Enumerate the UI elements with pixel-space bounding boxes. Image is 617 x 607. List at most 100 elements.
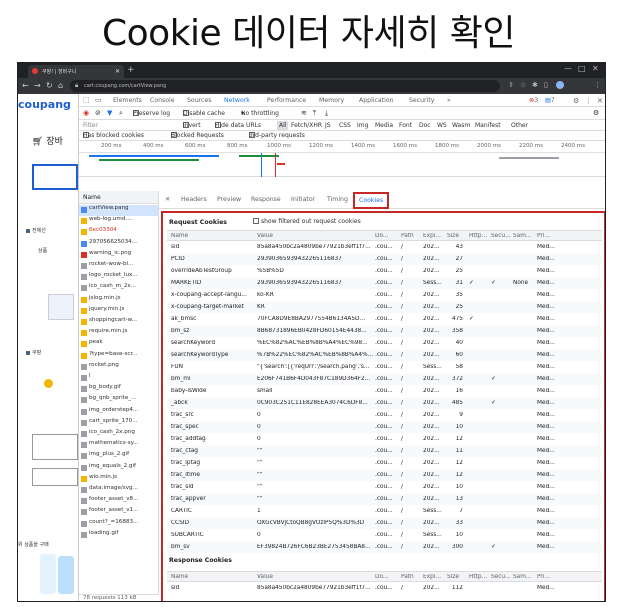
detail-tab-cookies[interactable]: Cookies (353, 192, 390, 209)
cookie-row[interactable]: trac_appver "" .cou... / 202... 13 Med... (167, 494, 602, 505)
search-icon[interactable]: ⌕ (119, 109, 123, 118)
url-field[interactable]: 🔒︎ cart.coupang.com/cartView.pang (70, 80, 500, 92)
request-item[interactable]: bg_qnb_sprite_... (79, 395, 158, 406)
detail-tab-preview[interactable]: Preview (217, 196, 241, 203)
column-header[interactable]: Do... (375, 574, 399, 580)
devtools-menu-icon[interactable]: ⋮ (585, 97, 592, 105)
column-header[interactable]: Size (447, 574, 463, 580)
new-tab-button[interactable]: + (127, 65, 135, 75)
filter-type-other[interactable]: Other (511, 122, 528, 129)
browser-tab[interactable]: 쿠팡! | 장바구니 ✕ (28, 65, 124, 78)
share-icon[interactable]: ⇪ (508, 81, 514, 89)
column-header[interactable]: Size (447, 233, 463, 239)
back-icon[interactable]: ← (22, 81, 29, 90)
bookmark-star-icon[interactable]: ☆ (520, 81, 526, 89)
request-item[interactable]: 6ec03304 (79, 227, 158, 238)
select-all-checkbox[interactable]: 전체선 (26, 227, 46, 234)
column-header[interactable]: Expi... (423, 233, 445, 239)
detail-tab-initiator[interactable]: Initiator (291, 196, 315, 203)
column-header[interactable]: Name (171, 574, 255, 580)
sidebar-icon[interactable]: ▯ (544, 81, 548, 89)
detail-tab-headers[interactable]: Headers (181, 196, 207, 203)
cookie-row[interactable]: searchKeywordType %7B%22%EC%82%AC%EB%8B%A… (167, 350, 602, 361)
tab-application[interactable]: Application (359, 97, 394, 104)
request-item[interactable]: logo_rocket_lux... (79, 272, 158, 283)
request-item[interactable]: cartView.pang (79, 205, 158, 216)
request-item[interactable]: mathematics-sy... (79, 440, 158, 451)
device-toggle-icon[interactable]: ▭ (95, 96, 102, 104)
cookie-row[interactable]: bm_sz 8B68731896EB0428FD60154E4438... .cou… (167, 326, 602, 337)
filter-type-manifest[interactable]: Manifest (475, 122, 501, 129)
request-item[interactable]: loading.gif (79, 530, 158, 541)
tab-security[interactable]: Security (409, 97, 434, 104)
reload-icon[interactable]: ↻ (46, 81, 53, 90)
request-item[interactable]: require.min.js (79, 328, 158, 339)
clear-icon[interactable]: ⊘ (95, 109, 101, 117)
maximize-button[interactable]: □ (578, 64, 586, 73)
filter-type-ws[interactable]: WS (437, 122, 447, 129)
request-item[interactable]: data:image/svg... (79, 485, 158, 496)
coupang-logo[interactable]: coupang (18, 98, 71, 111)
column-header[interactable]: Pri... (537, 233, 567, 239)
cookie-row[interactable]: bm_sv EF39824B726FC6B23BE2753458BA8... .co… (167, 542, 602, 553)
export-icon[interactable]: ⤓ (325, 109, 328, 118)
cookie-row[interactable]: x-coupang-accept-langu... ko-KR .cou... / 20… (167, 290, 602, 301)
filter-type-media[interactable]: Media (375, 122, 393, 129)
request-item[interactable]: l (79, 373, 158, 384)
tab-memory[interactable]: Memory (319, 97, 344, 104)
cookie-row[interactable]: trac_lptag "" .cou... / 202... 12 Med... (167, 458, 602, 469)
column-header[interactable]: Pri... (537, 574, 567, 580)
tab-performance[interactable]: Performance (267, 97, 306, 104)
extension-icon[interactable]: ✱ (532, 81, 538, 89)
column-header[interactable]: Path (401, 233, 421, 239)
request-item[interactable]: img_plus_2.gif (79, 451, 158, 462)
inspect-element-icon[interactable]: ⬚ (83, 96, 90, 104)
cookie-row[interactable]: trac_spec 0 .cou... / 202... 10 Med... (167, 422, 602, 433)
close-devtools-icon[interactable]: ✕ (597, 97, 603, 105)
filter-type-doc[interactable]: Doc (419, 122, 431, 129)
request-item[interactable]: img_equals_2.gif (79, 463, 158, 474)
filter-type-css[interactable]: CSS (339, 122, 351, 129)
request-item[interactable]: footer_asset_v1... (79, 507, 158, 518)
column-header[interactable]: Expi... (423, 574, 445, 580)
timeline-overview[interactable]: 200 ms 400 ms 600 ms 800 ms 1000 ms 1200… (79, 141, 605, 177)
request-item[interactable]: count?_=16883... (79, 519, 158, 530)
tab-sources[interactable]: Sources (187, 97, 211, 104)
request-item[interactable]: 297056625034... (79, 239, 158, 250)
tab-network[interactable]: Network (224, 97, 250, 104)
column-header[interactable]: Path (401, 574, 421, 580)
column-header[interactable]: Value (257, 233, 373, 239)
request-item[interactable]: ico_cash_2x.png (79, 429, 158, 440)
cookie-row[interactable]: searchKeyword %EC%82%AC%EB%8B%A4%EC%98...… (167, 338, 602, 349)
network-settings-icon[interactable]: ⚙ (593, 109, 599, 117)
close-window-button[interactable]: ✕ (592, 64, 599, 73)
filter-type-fetch[interactable]: Fetch/XHR (291, 122, 322, 129)
column-header[interactable]: Secu... (491, 233, 511, 239)
request-item[interactable]: jquery.min.js (79, 306, 158, 317)
request-item[interactable]: shoppingcart-w... (79, 317, 158, 328)
request-item[interactable]: warning_ic.png (79, 250, 158, 261)
column-header[interactable]: Http... (469, 233, 489, 239)
minimize-button[interactable]: — (564, 64, 572, 73)
cookie-row[interactable]: overrideAbTestGroup %5B%5D .cou... / 202... 2… (167, 266, 602, 277)
filter-type-img[interactable]: Img (357, 122, 368, 129)
cookie-row[interactable]: SUBCARTIC 0 .cou... / Sess... 10 Med... (167, 530, 602, 541)
settings-gear-icon[interactable]: ⚙ (573, 97, 579, 105)
request-item[interactable]: bg_body.gif (79, 384, 158, 395)
request-item[interactable]: ico_cash_m_2x... (79, 283, 158, 294)
cookie-row[interactable]: baby-isWide small .cou... / 202... 16 Med... (167, 386, 602, 397)
product-thumbnail[interactable] (48, 294, 74, 320)
column-header[interactable]: Value (257, 574, 373, 580)
detail-tab-timing[interactable]: Timing (327, 196, 348, 203)
filter-funnel-icon[interactable]: ▼ (107, 109, 112, 117)
cookie-row[interactable]: trac_sid "" .cou... / 202... 10 Med... (167, 482, 602, 493)
record-icon[interactable]: ◉ (83, 109, 89, 117)
import-icon[interactable]: ⤒ (313, 109, 316, 118)
close-tab-icon[interactable]: ✕ (115, 68, 120, 75)
message-badge[interactable]: ▤7 (545, 97, 555, 104)
filter-input[interactable]: Filter (83, 122, 98, 129)
filter-type-wasm[interactable]: Wasm (452, 122, 470, 129)
cookie-row[interactable]: trac_src 0 .cou... / 202... 9 Med... (167, 410, 602, 421)
home-icon[interactable]: ⌂ (58, 81, 63, 90)
request-item[interactable]: footer_asset_v8... (79, 496, 158, 507)
